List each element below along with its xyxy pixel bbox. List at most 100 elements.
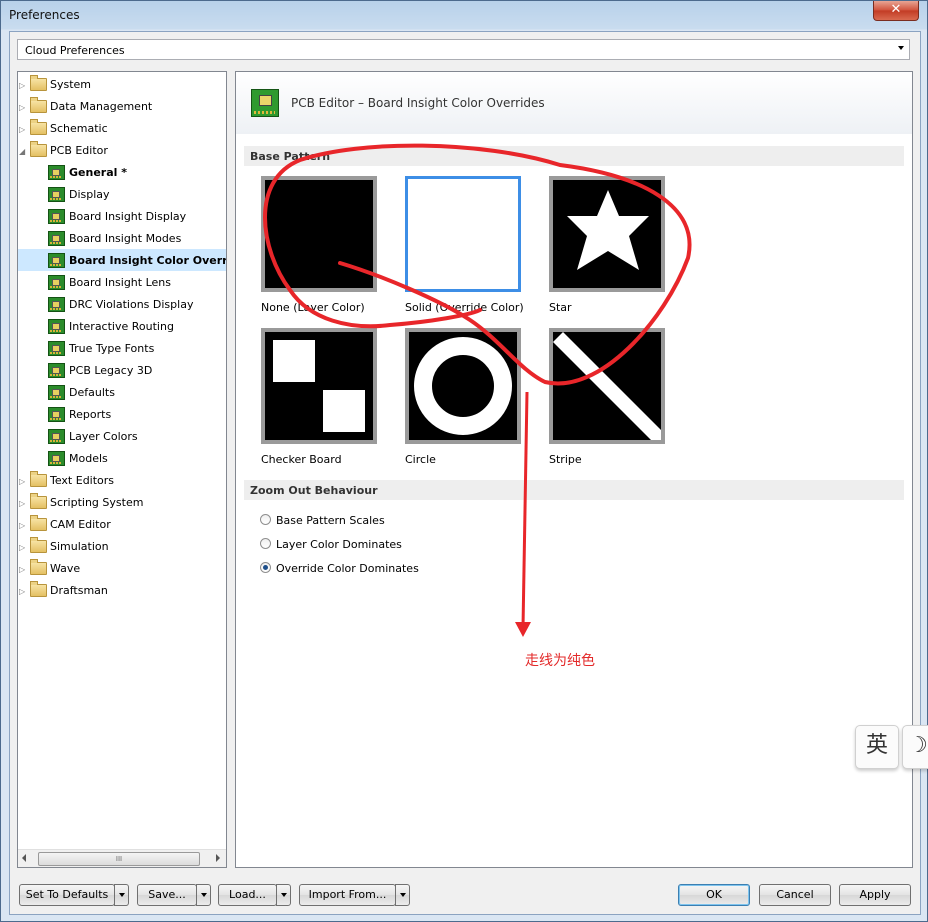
chevron-down-icon[interactable] bbox=[898, 46, 904, 50]
tree-item-drc-violations-display[interactable]: DRC Violations Display bbox=[18, 293, 226, 315]
expand-icon[interactable]: ▷ bbox=[19, 103, 25, 112]
set-to-defaults-menu-arrow[interactable] bbox=[114, 884, 129, 906]
pcb-page-icon bbox=[48, 429, 65, 444]
tree-item-wave[interactable]: ▷ Wave bbox=[18, 557, 226, 579]
tree-item-label: True Type Fonts bbox=[69, 342, 155, 355]
pcb-page-icon bbox=[48, 165, 65, 180]
tree-item-defaults[interactable]: Defaults bbox=[18, 381, 226, 403]
tree-item-text-editors[interactable]: ▷ Text Editors bbox=[18, 469, 226, 491]
tree-item-pcb-editor[interactable]: ◢ PCB Editor bbox=[18, 139, 226, 161]
tree-item-board-insight-modes[interactable]: Board Insight Modes bbox=[18, 227, 226, 249]
tree-item-scripting-system[interactable]: ▷ Scripting System bbox=[18, 491, 226, 513]
circle-icon bbox=[414, 337, 512, 435]
tree-item-label: Layer Colors bbox=[69, 430, 138, 443]
tree-item-simulation[interactable]: ▷ Simulation bbox=[18, 535, 226, 557]
tree-item-data-management[interactable]: ▷ Data Management bbox=[18, 95, 226, 117]
expand-icon[interactable]: ▷ bbox=[19, 499, 25, 508]
pattern-tile-checker[interactable] bbox=[261, 328, 377, 444]
base-pattern-section: Base Pattern bbox=[244, 146, 904, 166]
radio-label: Override Color Dominates bbox=[276, 562, 419, 575]
zoom-out-section: Zoom Out Behaviour bbox=[244, 480, 904, 500]
moon-icon[interactable]: ☽ bbox=[902, 725, 928, 769]
tree-item-board-insight-lens[interactable]: Board Insight Lens bbox=[18, 271, 226, 293]
save-button[interactable]: Save... bbox=[137, 884, 197, 906]
tree-item-display[interactable]: Display bbox=[18, 183, 226, 205]
tree-item-board-insight-display[interactable]: Board Insight Display bbox=[18, 205, 226, 227]
tree-item-label: System bbox=[50, 78, 92, 91]
close-button[interactable]: ✕ bbox=[873, 1, 919, 21]
tree-item-cam-editor[interactable]: ▷ CAM Editor bbox=[18, 513, 226, 535]
import-from-button[interactable]: Import From... bbox=[299, 884, 396, 906]
pcb-page-icon bbox=[48, 253, 65, 268]
scroll-right-icon[interactable] bbox=[216, 854, 220, 862]
pattern-tile-solid[interactable] bbox=[405, 176, 521, 292]
window-title: Preferences bbox=[9, 8, 80, 22]
tree-item-general[interactable]: General * bbox=[18, 161, 226, 183]
tree-item-schematic[interactable]: ▷ Schematic bbox=[18, 117, 226, 139]
tree-item-draftsman[interactable]: ▷ Draftsman bbox=[18, 579, 226, 601]
tree-item-label: Data Management bbox=[50, 100, 153, 113]
pcb-page-icon bbox=[48, 275, 65, 290]
radio-label: Base Pattern Scales bbox=[276, 514, 385, 527]
tree-item-reports[interactable]: Reports bbox=[18, 403, 226, 425]
folder-icon bbox=[30, 471, 47, 487]
pcb-page-icon bbox=[48, 187, 65, 202]
collapse-icon[interactable]: ◢ bbox=[19, 147, 25, 156]
pattern-label-solid: Solid (Override Color) bbox=[405, 301, 524, 314]
expand-icon[interactable]: ▷ bbox=[19, 125, 25, 134]
tree-item-label: Wave bbox=[50, 562, 81, 575]
expand-icon[interactable]: ▷ bbox=[19, 543, 25, 552]
ok-button[interactable]: OK bbox=[678, 884, 750, 906]
pcb-page-icon bbox=[48, 385, 65, 400]
expand-icon[interactable]: ▷ bbox=[19, 477, 25, 486]
tree-item-true-type-fonts[interactable]: True Type Fonts bbox=[18, 337, 226, 359]
expand-icon[interactable]: ▷ bbox=[19, 81, 25, 90]
pattern-tile-star[interactable] bbox=[549, 176, 665, 292]
expand-icon[interactable]: ▷ bbox=[19, 565, 25, 574]
tree-item-interactive-routing[interactable]: Interactive Routing bbox=[18, 315, 226, 337]
preferences-tree[interactable]: ▷ System ▷ Data Management ▷ Schematic ◢ PCB Ed… bbox=[17, 71, 227, 868]
load-button[interactable]: Load... bbox=[218, 884, 277, 906]
pattern-label-checker: Checker Board bbox=[261, 453, 342, 466]
pattern-tile-stripe[interactable] bbox=[549, 328, 665, 444]
radio-button[interactable] bbox=[260, 562, 271, 573]
pcb-page-icon bbox=[48, 451, 65, 466]
load-menu-arrow[interactable] bbox=[276, 884, 291, 906]
dialog-client: Cloud Preferences ▷ System ▷ Data Managemen… bbox=[9, 31, 921, 915]
tree-item-models[interactable]: Models bbox=[18, 447, 226, 469]
ime-language-button[interactable]: 英 bbox=[855, 725, 899, 769]
radio-button[interactable] bbox=[260, 538, 271, 549]
pcb-page-icon bbox=[48, 341, 65, 356]
cancel-button[interactable]: Cancel bbox=[759, 884, 831, 906]
radio-button[interactable] bbox=[260, 514, 271, 525]
apply-button[interactable]: Apply bbox=[839, 884, 911, 906]
tree-item-system[interactable]: ▷ System bbox=[18, 73, 226, 95]
annotation-text: 走线为纯色 bbox=[525, 653, 595, 669]
pcb-page-icon bbox=[48, 319, 65, 334]
folder-icon bbox=[30, 515, 47, 531]
tree-item-label: Display bbox=[69, 188, 110, 201]
pcb-page-icon bbox=[48, 363, 65, 378]
checker-icon bbox=[273, 340, 365, 432]
tree-item-pcb-legacy-3d[interactable]: PCB Legacy 3D bbox=[18, 359, 226, 381]
tree-item-label: Schematic bbox=[50, 122, 108, 135]
page-title: PCB Editor – Board Insight Color Overrid… bbox=[291, 96, 545, 110]
tree-horizontal-scrollbar[interactable]: III bbox=[18, 849, 226, 867]
panel-header: PCB Editor – Board Insight Color Overrid… bbox=[236, 72, 912, 134]
import-from-menu-arrow[interactable] bbox=[395, 884, 410, 906]
preferences-dropdown[interactable]: Cloud Preferences bbox=[17, 39, 910, 60]
expand-icon[interactable]: ▷ bbox=[19, 521, 25, 530]
folder-icon bbox=[30, 75, 47, 91]
set-to-defaults-button[interactable]: Set To Defaults bbox=[19, 884, 115, 906]
save-menu-arrow[interactable] bbox=[196, 884, 211, 906]
scroll-thumb[interactable]: III bbox=[38, 852, 200, 866]
tree-item-layer-colors[interactable]: Layer Colors bbox=[18, 425, 226, 447]
pattern-tile-none[interactable] bbox=[261, 176, 377, 292]
scroll-left-icon[interactable] bbox=[22, 854, 26, 862]
title-bar[interactable]: Preferences ✕ bbox=[1, 1, 927, 31]
stripe-icon bbox=[553, 332, 661, 440]
star-icon bbox=[567, 190, 649, 270]
expand-icon[interactable]: ▷ bbox=[19, 587, 25, 596]
pattern-tile-circle[interactable] bbox=[405, 328, 521, 444]
tree-item-board-insight-color-overrides[interactable]: Board Insight Color Overrides bbox=[18, 249, 226, 271]
